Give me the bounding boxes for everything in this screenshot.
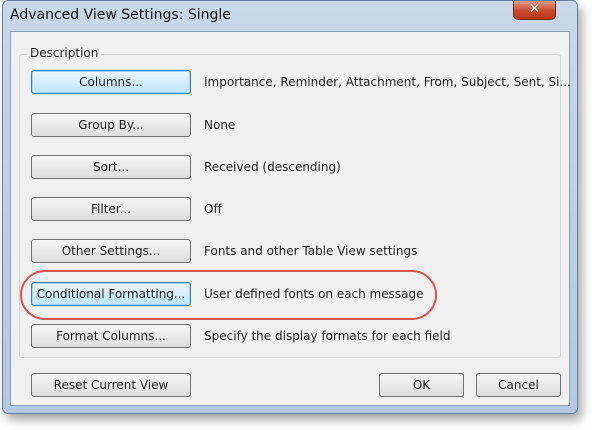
conditional-formatting-description: User defined fonts on each message <box>204 287 424 301</box>
advanced-view-settings-dialog: Advanced View Settings: Single ✕ Descrip… <box>2 0 578 414</box>
sort-description: Received (descending) <box>204 160 341 174</box>
other-settings-button[interactable]: Other Settings... <box>31 239 191 263</box>
filter-button[interactable]: Filter... <box>31 197 191 221</box>
conditional-formatting-button[interactable]: Conditional Formatting... <box>31 282 191 306</box>
columns-description: Importance, Reminder, Attachment, From, … <box>204 75 571 89</box>
dialog-title: Advanced View Settings: Single <box>10 7 231 23</box>
description-group-label: Description <box>27 46 102 60</box>
format-columns-description: Specify the display formats for each fie… <box>204 329 451 343</box>
columns-button[interactable]: Columns... <box>31 70 191 94</box>
close-button[interactable]: ✕ <box>513 1 556 20</box>
other-settings-description: Fonts and other Table View settings <box>204 244 418 258</box>
group-by-button[interactable]: Group By... <box>31 113 191 137</box>
sort-button[interactable]: Sort... <box>31 155 191 179</box>
ok-button[interactable]: OK <box>379 373 464 397</box>
title-bar[interactable]: Advanced View Settings: Single ✕ <box>3 1 577 31</box>
close-icon: ✕ <box>528 1 541 17</box>
cancel-button[interactable]: Cancel <box>476 373 561 397</box>
filter-description: Off <box>204 202 222 216</box>
dialog-body: Description Columns... Importance, Remin… <box>10 31 571 406</box>
format-columns-button[interactable]: Format Columns... <box>31 324 191 348</box>
reset-current-view-button[interactable]: Reset Current View <box>31 373 191 397</box>
group-by-description: None <box>204 118 236 132</box>
